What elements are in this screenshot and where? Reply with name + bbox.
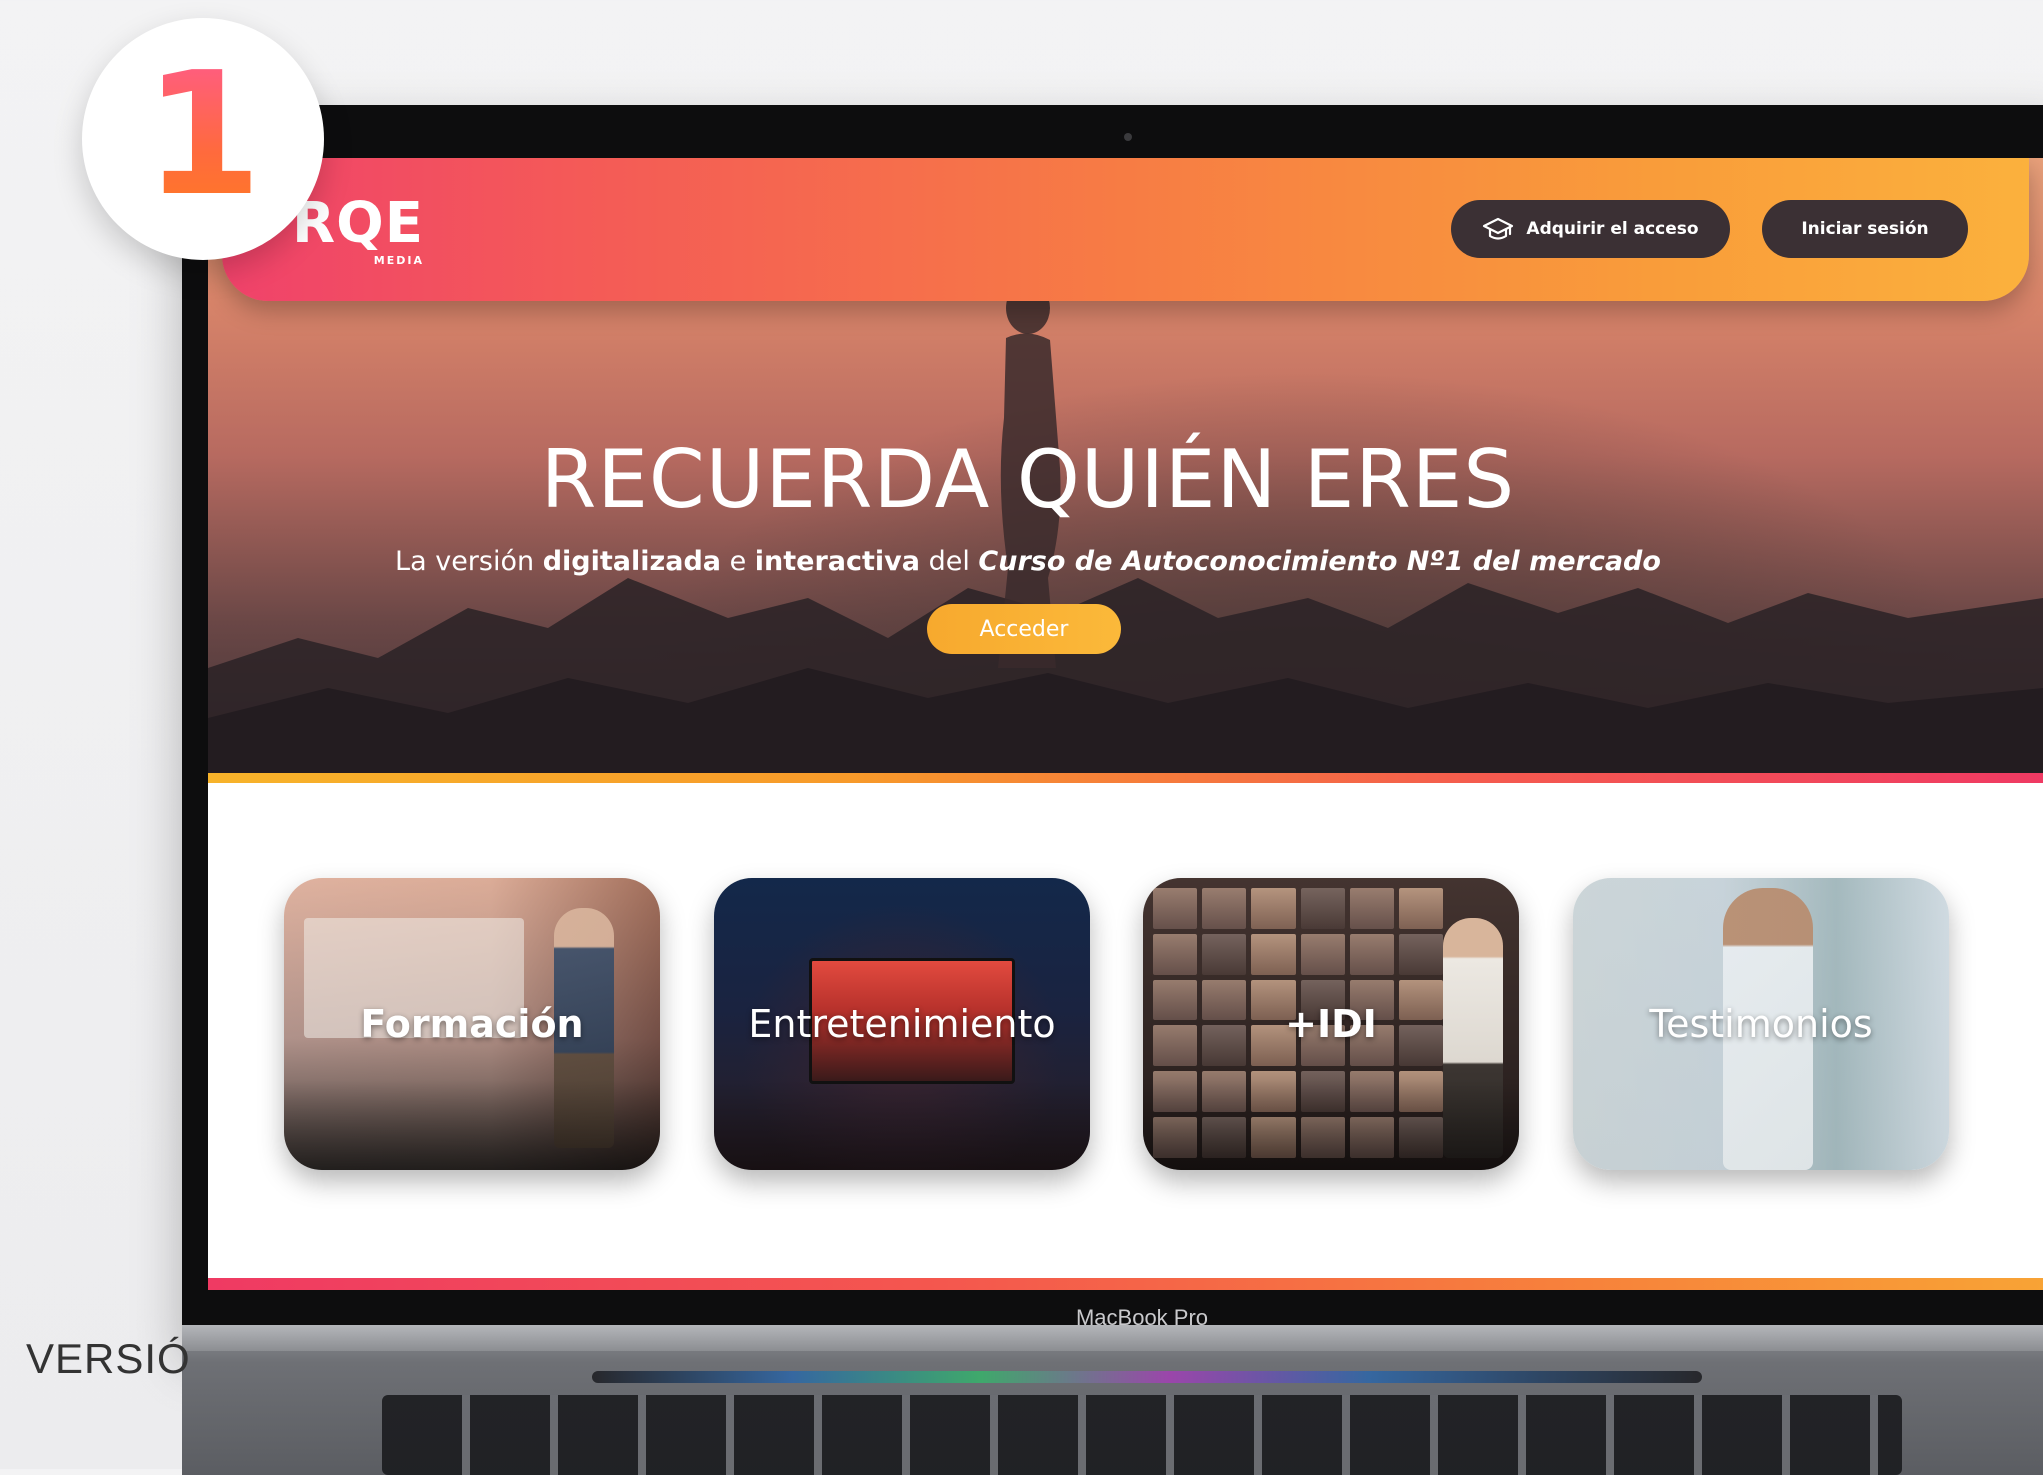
top-navbar: RQE MEDIA Adquirir el acceso Iniciar ses… [222,158,2029,301]
hero-accent-line [208,773,2043,783]
version-text: VERSIÓ [26,1335,191,1382]
step-badge: 1 [82,18,324,260]
card-formacion[interactable]: Formación [284,878,660,1170]
acquire-access-button[interactable]: Adquirir el acceso [1451,200,1730,258]
subtitle-part5: del [920,546,979,577]
subtitle-part2: digitalizada [542,546,721,577]
laptop-base: MacBook Pro [182,1305,2043,1475]
brand-label: MacBook Pro [1075,1305,1209,1330]
rqe-logo[interactable]: RQE MEDIA [292,191,424,268]
subtitle-part6: Curso de Autoconocimiento Nº1 del mercad… [978,546,1661,577]
category-cards: Formación Entretenimiento +IDI Testimoni… [208,878,2043,1178]
step-number: 1 [143,36,263,234]
touch-bar [592,1371,1702,1383]
card-entretenimiento[interactable]: Entretenimiento [714,878,1090,1170]
acquire-access-label: Adquirir el acceso [1526,219,1699,239]
card-label-entretenimiento: Entretenimiento [748,1002,1056,1046]
graduation-cap-icon [1482,215,1514,243]
card-label-testimonios: Testimonios [1649,1002,1873,1046]
logo-subtext: MEDIA [373,254,424,267]
hero-subtitle: La versión digitalizada e interactiva de… [208,546,1848,577]
keyboard [382,1395,1902,1475]
screen-bottom-line [208,1278,2043,1290]
card-testimonios[interactable]: Testimonios [1573,878,1949,1170]
subtitle-part4: interactiva [754,546,920,577]
card-label-idi: +IDI [1285,1002,1377,1046]
login-button[interactable]: Iniciar sesión [1762,200,1968,258]
card-idi[interactable]: +IDI [1143,878,1519,1170]
logo-text: RQE [292,191,424,256]
camera-dot [1124,133,1132,141]
laptop-screen: RQE MEDIA Adquirir el acceso Iniciar ses… [208,158,2043,1290]
card-label-formacion: Formación [360,1002,584,1046]
access-button[interactable]: Acceder [927,604,1121,654]
subtitle-part1: La versión [395,546,543,577]
login-label: Iniciar sesión [1801,219,1929,239]
subtitle-part3: e [721,546,755,577]
hero-title: RECUERDA QUIÉN ERES [540,433,1516,526]
